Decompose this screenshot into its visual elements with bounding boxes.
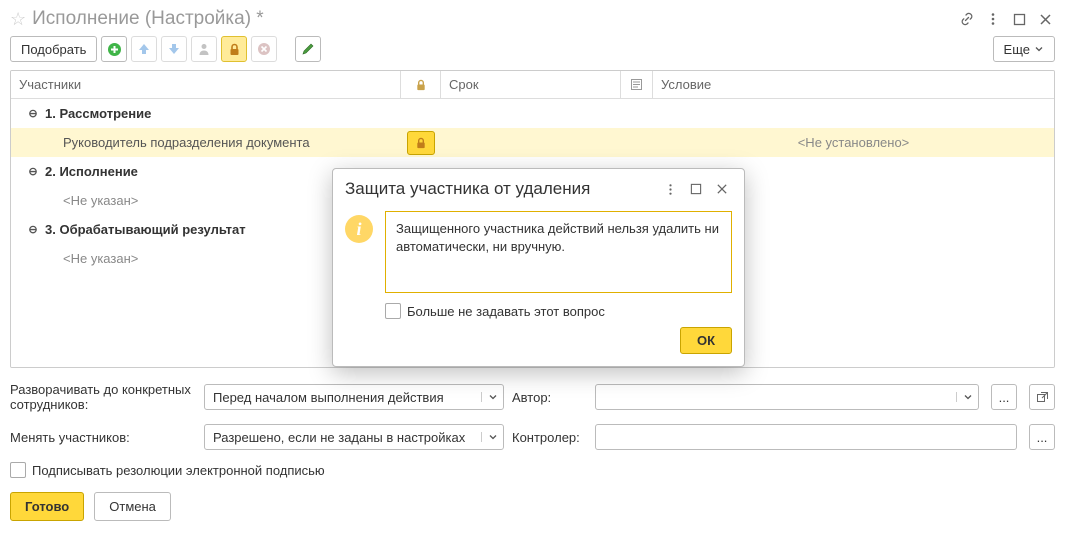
maximize-icon[interactable] [1009, 9, 1029, 29]
pick-button[interactable]: Подобрать [10, 36, 97, 62]
table-row[interactable]: Руководитель подразделения документа <Не… [11, 128, 1054, 157]
kebab-menu-icon[interactable] [983, 9, 1003, 29]
dont-ask-checkbox[interactable] [385, 303, 401, 319]
chevron-down-icon[interactable] [956, 392, 978, 402]
cancel-button[interactable]: Отмена [94, 492, 171, 521]
delete-button [251, 36, 277, 62]
controller-input[interactable] [595, 424, 1017, 450]
favorite-star-icon[interactable]: ☆ [10, 9, 26, 30]
expand-label: Разворачивать до конкретных сотрудников: [10, 382, 196, 412]
more-button[interactable]: Еще [993, 36, 1055, 62]
ok-button[interactable]: ОК [680, 327, 732, 354]
maximize-icon[interactable] [686, 179, 706, 199]
protect-participant-dialog: Защита участника от удаления i Защищенно… [332, 168, 745, 367]
more-button-label: Еще [1004, 42, 1030, 57]
change-select[interactable]: Разрешено, если не заданы в настройках [204, 424, 504, 450]
dont-ask-label: Больше не задавать этот вопрос [407, 304, 605, 319]
col-condition-icon[interactable] [621, 71, 653, 98]
controller-label: Контролер: [512, 430, 587, 445]
group-label: 1. Рассмотрение [45, 106, 151, 121]
collapse-icon[interactable]: ⊖ [27, 223, 39, 236]
chevron-down-icon[interactable] [481, 392, 503, 402]
author-input[interactable] [595, 384, 979, 410]
expand-select[interactable]: Перед началом выполнения действия [204, 384, 504, 410]
condition-value: <Не установлено> [798, 135, 910, 150]
move-up-button [131, 36, 157, 62]
link-icon[interactable] [957, 9, 977, 29]
info-icon: i [345, 215, 373, 243]
group-label: 2. Исполнение [45, 164, 138, 179]
pick-button-label: Подобрать [21, 42, 86, 57]
participant-name: <Не указан> [63, 193, 138, 208]
person-button [191, 36, 217, 62]
collapse-icon[interactable]: ⊖ [27, 165, 39, 178]
col-deadline[interactable]: Срок [441, 71, 621, 98]
expand-value: Перед началом выполнения действия [205, 390, 481, 405]
close-icon[interactable] [1035, 9, 1055, 29]
edit-button[interactable] [295, 36, 321, 62]
participant-name: Руководитель подразделения документа [63, 135, 310, 150]
participant-name: <Не указан> [63, 251, 138, 266]
lock-toggle-button[interactable] [221, 36, 247, 62]
collapse-icon[interactable]: ⊖ [27, 107, 39, 120]
col-participants[interactable]: Участники [11, 71, 401, 98]
table-row[interactable]: ⊖ 1. Рассмотрение [11, 99, 1054, 128]
chevron-down-icon[interactable] [481, 432, 503, 442]
dialog-message: Защищенного участника действий нельзя уд… [385, 211, 732, 293]
change-value: Разрешено, если не заданы в настройках [205, 430, 481, 445]
col-condition[interactable]: Условие [653, 71, 1054, 98]
open-button[interactable] [1029, 384, 1055, 410]
close-icon[interactable] [712, 179, 732, 199]
kebab-menu-icon[interactable] [660, 179, 680, 199]
author-label: Автор: [512, 390, 587, 405]
dialog-title: Защита участника от удаления [345, 179, 654, 199]
col-lock-icon[interactable] [401, 71, 441, 98]
ellipsis-button[interactable]: ... [991, 384, 1017, 410]
group-label: 3. Обрабатывающий результат [45, 222, 246, 237]
add-button[interactable] [101, 36, 127, 62]
done-button[interactable]: Готово [10, 492, 84, 521]
ellipsis-button[interactable]: ... [1029, 424, 1055, 450]
lock-cell[interactable] [407, 131, 435, 155]
window-title: Исполнение (Настройка) * [32, 8, 264, 30]
sign-label: Подписывать резолюции электронной подпис… [32, 463, 325, 478]
move-down-button [161, 36, 187, 62]
change-label: Менять участников: [10, 430, 196, 445]
sign-checkbox[interactable] [10, 462, 26, 478]
